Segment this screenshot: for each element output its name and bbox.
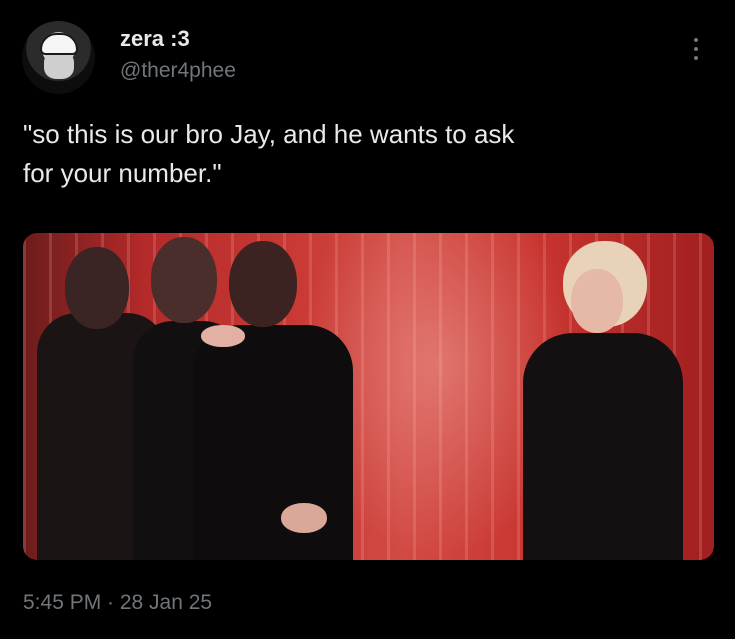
performer-center-head [229,241,297,327]
performer-second-head [151,237,217,323]
performer-right-face [571,269,623,333]
performer-center [193,325,353,560]
performer-left-head [65,247,129,329]
hands [281,503,327,533]
more-vertical-icon[interactable] [691,38,701,66]
tweet-media-image[interactable] [23,233,714,560]
shoulder-hand [201,325,245,347]
author-display-name[interactable]: zera :3 [120,26,190,52]
avatar-cap [40,33,78,55]
tweet-text: "so this is our bro Jay, and he wants to… [23,119,515,188]
avatar-face [44,51,74,79]
tweet-timestamp[interactable]: 5:45 PM · 28 Jan 25 [23,591,212,615]
avatar[interactable] [22,21,95,94]
author-handle[interactable]: @ther4phee [120,59,236,83]
performer-right [523,333,683,560]
